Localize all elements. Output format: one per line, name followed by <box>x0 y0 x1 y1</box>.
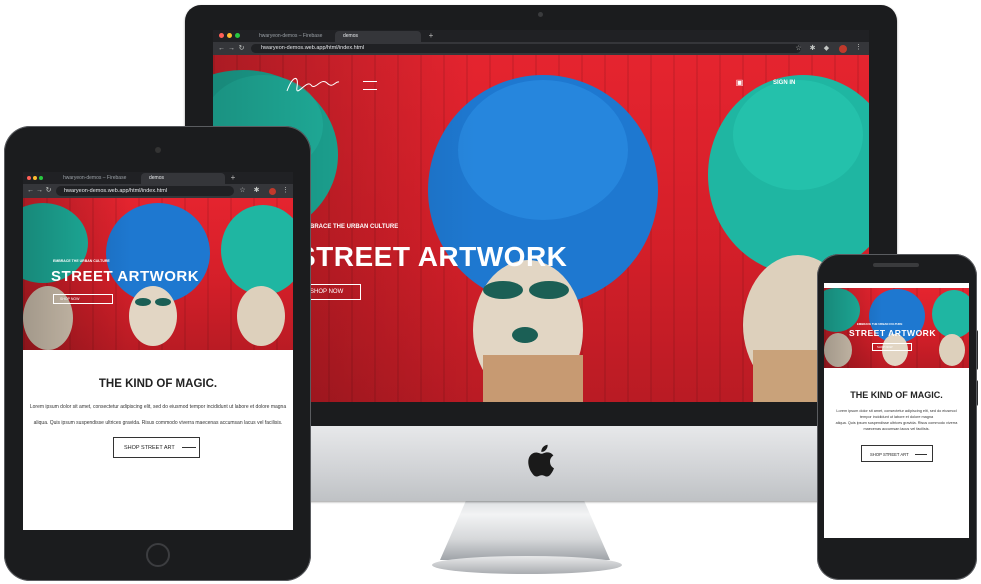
phone-speaker <box>873 263 919 267</box>
phone-content-paragraph-line2: aliqua. Quis ipsum suspendisse ultrices … <box>835 421 958 431</box>
phone-shop-now-button[interactable]: SHOP NOW <box>872 343 912 351</box>
ipad-shop-street-art-button[interactable]: SHOP STREET ART <box>113 437 200 458</box>
imac-stand-base <box>432 556 622 574</box>
phone-shop-street-art-label: SHOP STREET ART <box>870 452 909 457</box>
sign-in-link[interactable]: SIGN IN <box>773 80 795 86</box>
phone-screen: EMBRACE THE URBAN CULTURE STREET ARTWORK… <box>824 283 969 538</box>
phone-arrow-line-icon <box>914 454 927 456</box>
ipad-shop-now-button[interactable]: SHOP NOW <box>53 294 113 304</box>
ipad-tab-firebase[interactable]: hwaryeon-demos – Firebase <box>55 173 139 184</box>
ipad-url-text: hwaryeon-demos.web.app/html/index.html <box>64 188 168 194</box>
ipad-shop-street-art-label: SHOP STREET ART <box>124 445 175 451</box>
phone-hero-title: STREET ARTWORK <box>849 328 936 338</box>
ipad-star-icon[interactable]: ☆ <box>239 187 246 194</box>
ipad-back-arrow-icon[interactable]: ← <box>27 187 34 194</box>
url-field[interactable]: hwaryeon-demos.web.app/html/index.html <box>251 44 801 53</box>
phone-hero-section: EMBRACE THE URBAN CULTURE STREET ARTWORK… <box>824 288 969 368</box>
ipad-tab-demos-label: demos <box>149 175 165 181</box>
close-window-button[interactable] <box>219 33 224 38</box>
ipad-browser-toolbar: ← → ↻ hwaryeon-demos.web.app/html/index.… <box>23 184 293 198</box>
avatar[interactable] <box>839 45 847 53</box>
phone-content-heading: THE KIND OF MAGIC. <box>850 390 943 400</box>
hamburger-menu-icon[interactable] <box>363 81 377 90</box>
ipad-content-paragraph-line1: Lorem ipsum dolor sit amet, consectetur … <box>29 404 287 410</box>
ipad-maximize-window-button[interactable] <box>39 176 43 180</box>
imac-camera <box>538 12 543 17</box>
signature-logo-icon[interactable] <box>283 73 341 95</box>
ipad-content-heading: THE KIND OF MAGIC. <box>98 378 218 390</box>
ipad-home-button[interactable] <box>146 543 170 567</box>
url-text: hwaryeon-demos.web.app/html/index.html <box>261 45 365 51</box>
puzzle-icon[interactable]: ◆ <box>823 45 830 52</box>
hero-title: STREET ARTWORK <box>297 241 568 272</box>
tab-firebase[interactable]: hwaryeon-demos – Firebase <box>251 31 337 42</box>
tab-firebase-label: hwaryeon-demos – Firebase <box>259 33 323 39</box>
ipad-hero-subtitle: EMBRACE THE URBAN CULTURE <box>53 259 110 263</box>
ipad-forward-arrow-icon[interactable]: → <box>36 187 43 194</box>
ipad-close-window-button[interactable] <box>27 176 31 180</box>
apple-logo-icon <box>528 444 554 477</box>
star-icon[interactable]: ☆ <box>795 45 802 52</box>
ipad-url-field[interactable]: hwaryeon-demos.web.app/html/index.html <box>56 186 234 196</box>
ipad-camera <box>155 147 161 153</box>
phone-content-paragraph-line1: Lorem ipsum dolor sit amet, consectetur … <box>836 409 957 419</box>
ipad-new-tab-button[interactable]: + <box>229 174 237 182</box>
ipad-minimize-window-button[interactable] <box>33 176 37 180</box>
back-arrow-icon[interactable]: ← <box>218 45 225 52</box>
forward-arrow-icon[interactable]: → <box>228 45 235 52</box>
phone-shop-street-art-button[interactable]: SHOP STREET ART <box>861 445 933 462</box>
tab-demos[interactable]: demos <box>335 31 421 42</box>
maximize-window-button[interactable] <box>235 33 240 38</box>
ipad-hero-section: EMBRACE THE URBAN CULTURE STREET ARTWORK… <box>23 198 293 350</box>
extension-icon[interactable]: ✱ <box>809 45 816 52</box>
reload-icon[interactable]: ↻ <box>238 45 245 52</box>
more-menu-icon[interactable]: ⋮ <box>855 44 862 51</box>
hero-subtitle: EMBRACE THE URBAN CULTURE <box>301 224 399 230</box>
phone-hero-subtitle: EMBRACE THE URBAN CULTURE <box>857 322 903 326</box>
phone-content-section: THE KIND OF MAGIC. Lorem ipsum dolor sit… <box>824 368 969 538</box>
ipad-content-paragraph-line2: aliqua. Quis ipsum suspendisse ultrices … <box>33 420 283 426</box>
ipad-tab-firebase-label: hwaryeon-demos – Firebase <box>63 175 127 181</box>
ipad-browser-tab-bar: hwaryeon-demos – Firebase demos + <box>23 172 293 184</box>
ipad-extension-icon[interactable]: ✱ <box>253 187 260 194</box>
ipad-reload-icon[interactable]: ↻ <box>45 187 52 194</box>
new-tab-button[interactable]: + <box>427 32 435 40</box>
ipad-more-menu-icon[interactable]: ⋮ <box>282 187 289 194</box>
tab-demos-label: demos <box>343 33 359 39</box>
ipad-arrow-line-icon <box>182 447 197 449</box>
minimize-window-button[interactable] <box>227 33 232 38</box>
browser-tab-bar: hwaryeon-demos – Firebase demos + <box>213 30 869 42</box>
ipad-content-section: THE KIND OF MAGIC. Lorem ipsum dolor sit… <box>23 350 293 530</box>
browser-toolbar: ← → ↻ hwaryeon-demos.web.app/html/index.… <box>213 42 869 55</box>
ipad-tab-demos[interactable]: demos <box>141 173 225 184</box>
ipad-screen: hwaryeon-demos – Firebase demos + ← → ↻ … <box>23 172 293 530</box>
ipad-hero-title: STREET ARTWORK <box>51 268 200 285</box>
ipad-avatar[interactable] <box>269 188 276 195</box>
cart-icon[interactable]: ▣ <box>735 79 744 87</box>
hero-section: ▣ SIGN IN EMBRACE THE URBAN CULTURE STRE… <box>213 55 869 402</box>
imac-screen: hwaryeon-demos – Firebase demos + ← → ↻ … <box>213 30 869 402</box>
